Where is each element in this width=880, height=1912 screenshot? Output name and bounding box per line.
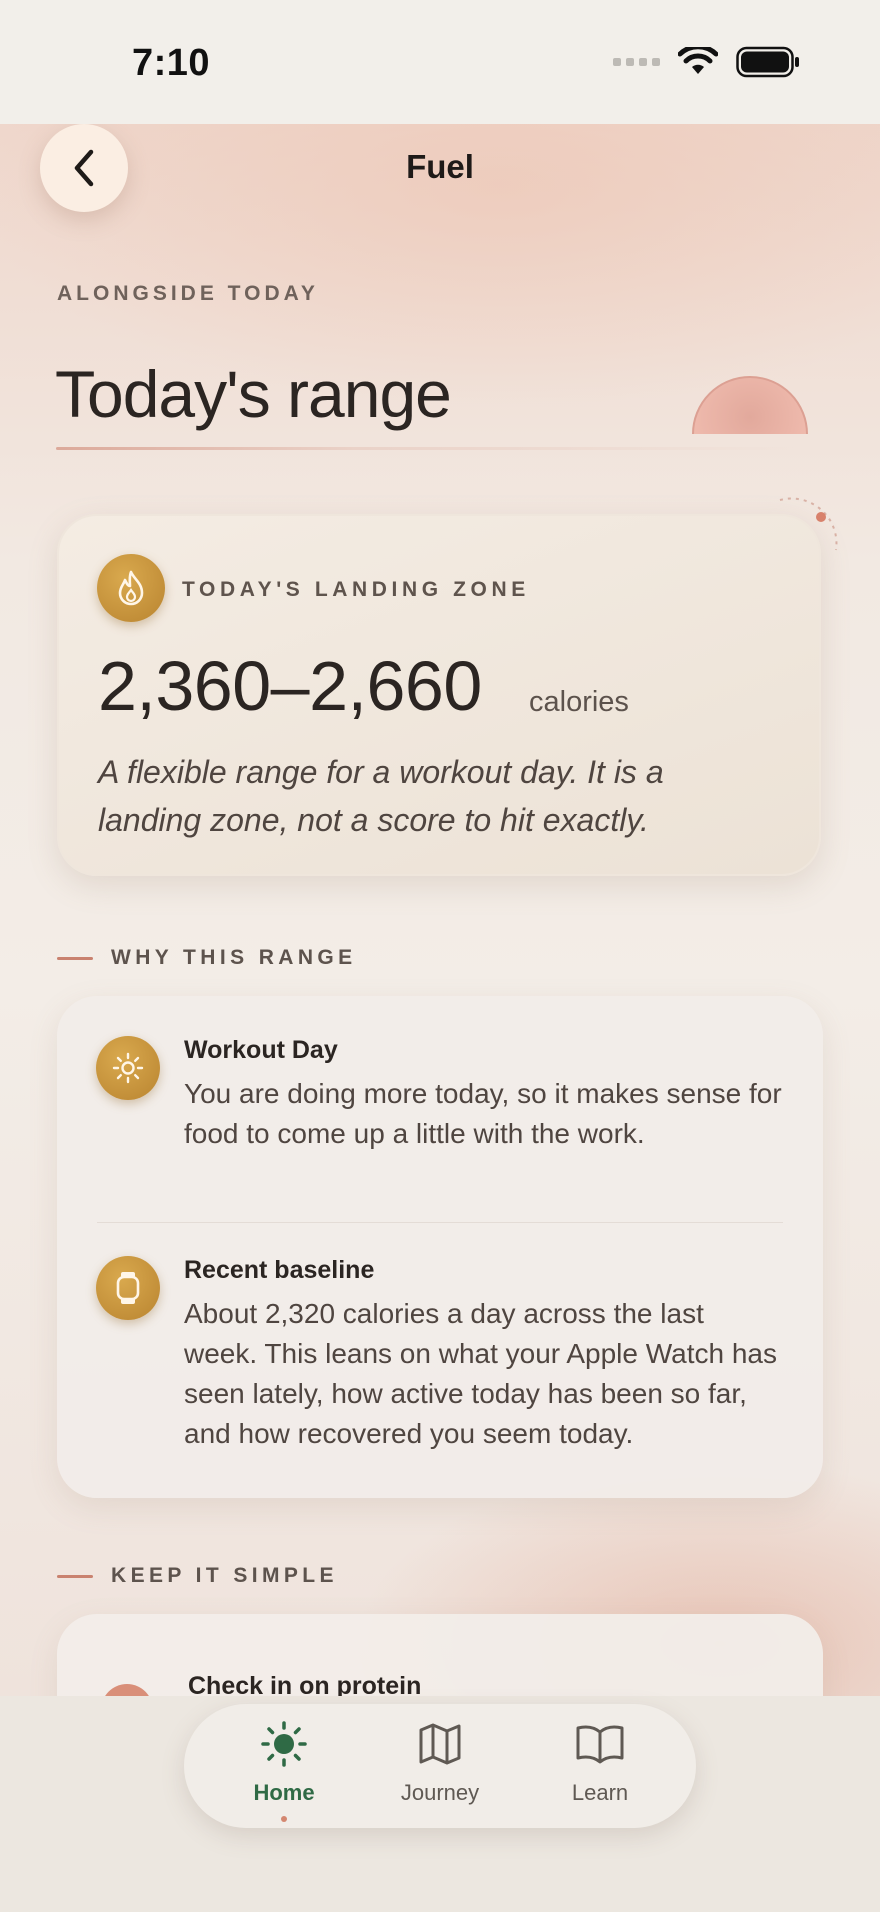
- section-heading-text: WHY THIS RANGE: [111, 946, 357, 969]
- tab-home[interactable]: Home: [214, 1704, 354, 1828]
- calorie-range-value: 2,360–2,660: [98, 647, 482, 725]
- flame-icon: [97, 554, 165, 622]
- landing-zone-card: TODAY'S LANDING ZONE 2,360–2,660 calorie…: [57, 514, 821, 876]
- sun-icon: [261, 1721, 307, 1767]
- tab-learn[interactable]: Learn: [530, 1704, 670, 1828]
- heading-dash: [57, 1574, 93, 1578]
- tab-label: Learn: [571, 1780, 629, 1805]
- watch-icon: [96, 1256, 160, 1320]
- title-underline: [56, 447, 806, 450]
- status-time: 7:10: [132, 42, 211, 84]
- landing-zone-description: A flexible range for a workout day. It i…: [98, 754, 664, 838]
- tab-journey[interactable]: Journey: [370, 1704, 510, 1828]
- tab-label: Home: [253, 1780, 315, 1805]
- book-open-icon: [576, 1725, 624, 1764]
- heading-dash: [57, 956, 93, 960]
- battery-icon: [736, 46, 799, 78]
- tab-bar: Home Journey Learn: [184, 1704, 696, 1828]
- nav-title: Fuel: [406, 148, 474, 185]
- keep-simple-heading: KEEP IT SIMPLE: [57, 1564, 338, 1588]
- protein-icon: [101, 1684, 153, 1696]
- landing-zone-label: TODAY'S LANDING ZONE: [182, 578, 530, 601]
- reason-body: You are doing more today, so it makes se…: [184, 1078, 782, 1149]
- why-range-heading: WHY THIS RANGE: [57, 946, 357, 970]
- reason-divider: [97, 1222, 783, 1223]
- page-title: Today's range: [55, 357, 452, 431]
- tab-label: Journey: [400, 1780, 480, 1805]
- scroll-content[interactable]: Fuel ALONGSIDE TODAY Today's range TODAY…: [0, 124, 880, 1696]
- active-tab-indicator: [281, 1816, 287, 1822]
- map-icon: [419, 1723, 461, 1765]
- wifi-icon: [678, 47, 718, 74]
- reason-body: About 2,320 calories a day across the la…: [184, 1298, 777, 1449]
- status-icons: [613, 46, 800, 78]
- cellular-signal-icon: [613, 58, 660, 66]
- keep-simple-card[interactable]: Check in on protein: [57, 1614, 823, 1696]
- status-bar: 7:10: [0, 0, 880, 124]
- tip-title: Check in on protein: [188, 1672, 422, 1696]
- calorie-unit: calories: [529, 686, 629, 718]
- sun-icon: [96, 1036, 160, 1100]
- why-range-card: Workout Day You are doing more today, so…: [57, 996, 823, 1498]
- tab-bar-area: Home Journey Learn: [0, 1696, 880, 1912]
- page-eyebrow: ALONGSIDE TODAY: [57, 282, 319, 305]
- section-heading-text: KEEP IT SIMPLE: [111, 1564, 338, 1587]
- sun-decoration: [692, 376, 808, 434]
- reason-title: Workout Day: [184, 1036, 338, 1064]
- reason-title: Recent baseline: [184, 1256, 375, 1284]
